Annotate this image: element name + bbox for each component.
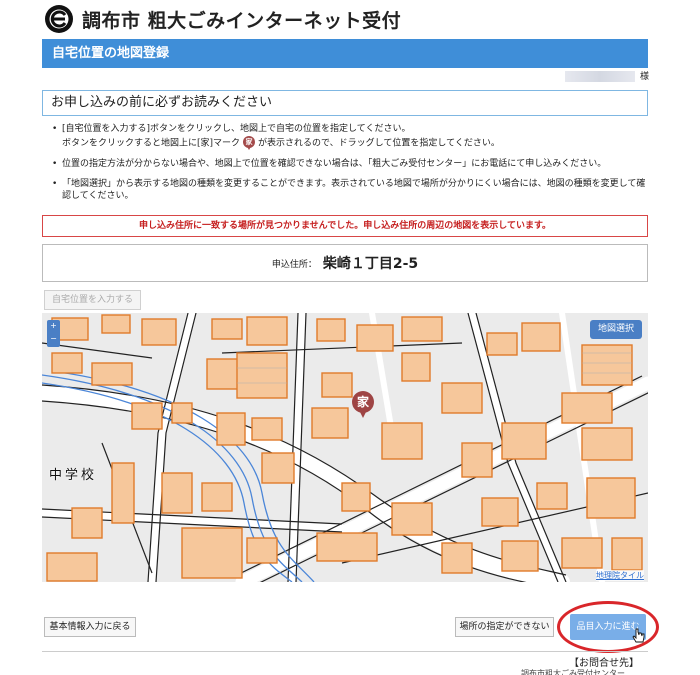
map-tiles: [42, 313, 648, 582]
notice-heading: お申し込みの前に必ずお読みください: [42, 90, 648, 116]
instruction-text: [自宅位置を入力する]ボタンをクリックし、地図上で自宅の位置を指定してください。: [62, 124, 411, 134]
map-select-button[interactable]: 地図選択: [590, 320, 642, 339]
user-honorific: 様: [639, 72, 649, 82]
home-marker-icon: 家: [243, 135, 256, 150]
home-location-marker[interactable]: 家: [352, 391, 374, 421]
address-value: 柴崎１丁目2-5: [322, 256, 419, 272]
map-attribution-link[interactable]: 地理院タイル: [596, 570, 644, 581]
contact-subtext: 調布市粗大ごみ受付センター: [521, 669, 625, 675]
mouse-cursor-icon: [632, 628, 645, 643]
footer-divider: [42, 651, 648, 652]
user-name-row: 様: [565, 70, 649, 84]
user-name-redacted: [565, 71, 635, 82]
instruction-list: [自宅位置を入力する]ボタンをクリックし、地図上で自宅の位置を指定してください。…: [52, 124, 652, 211]
set-home-location-button[interactable]: 自宅位置を入力する: [44, 290, 141, 310]
instruction-item: 位置の指定方法が分からない場合や、地図上で位置を確認できない場合は、「粗大ごみ受…: [52, 159, 652, 171]
instruction-item: 「地図選択」から表示する地図の種類を変更することができます。表示されている地図で…: [52, 179, 652, 202]
highlight-ring: [557, 601, 659, 653]
instruction-text: ボタンをクリックすると地図上に[家]マーク: [62, 138, 241, 148]
page-title: 自宅位置の地図登録: [42, 39, 648, 68]
address-not-found-error: 申し込み住所に一致する場所が見つかりませんでした。申し込み住所の周辺の地図を表示…: [42, 215, 648, 237]
home-marker-char: 家: [356, 395, 369, 409]
zoom-in-icon[interactable]: +: [47, 321, 60, 331]
home-marker-char: 家: [245, 137, 253, 146]
cannot-specify-location-button[interactable]: 場所の指定ができない: [455, 617, 554, 637]
site-logo-row: 調布市 粗大ごみインターネット受付: [44, 4, 401, 34]
site-title: 調布市 粗大ごみインターネット受付: [82, 9, 402, 32]
map-place-label: 中学校: [49, 468, 98, 483]
back-to-basic-info-button[interactable]: 基本情報入力に戻る: [44, 617, 136, 637]
map-view[interactable]: + − 地図選択 家 中学校 地理院タイル: [42, 313, 648, 582]
zoom-out-icon[interactable]: −: [47, 334, 60, 344]
instruction-item: [自宅位置を入力する]ボタンをクリックし、地図上で自宅の位置を指定してください。…: [52, 124, 652, 150]
address-display: 申込住所： 柴崎１丁目2-5: [42, 244, 648, 282]
address-label: 申込住所：: [271, 259, 317, 270]
instruction-text: が表示されるので、ドラッグして位置を指定してください。: [258, 138, 500, 148]
contact-title: 【お問合せ先】: [569, 658, 639, 669]
map-zoom-control[interactable]: + −: [47, 320, 60, 347]
city-logo-icon: [45, 5, 73, 33]
